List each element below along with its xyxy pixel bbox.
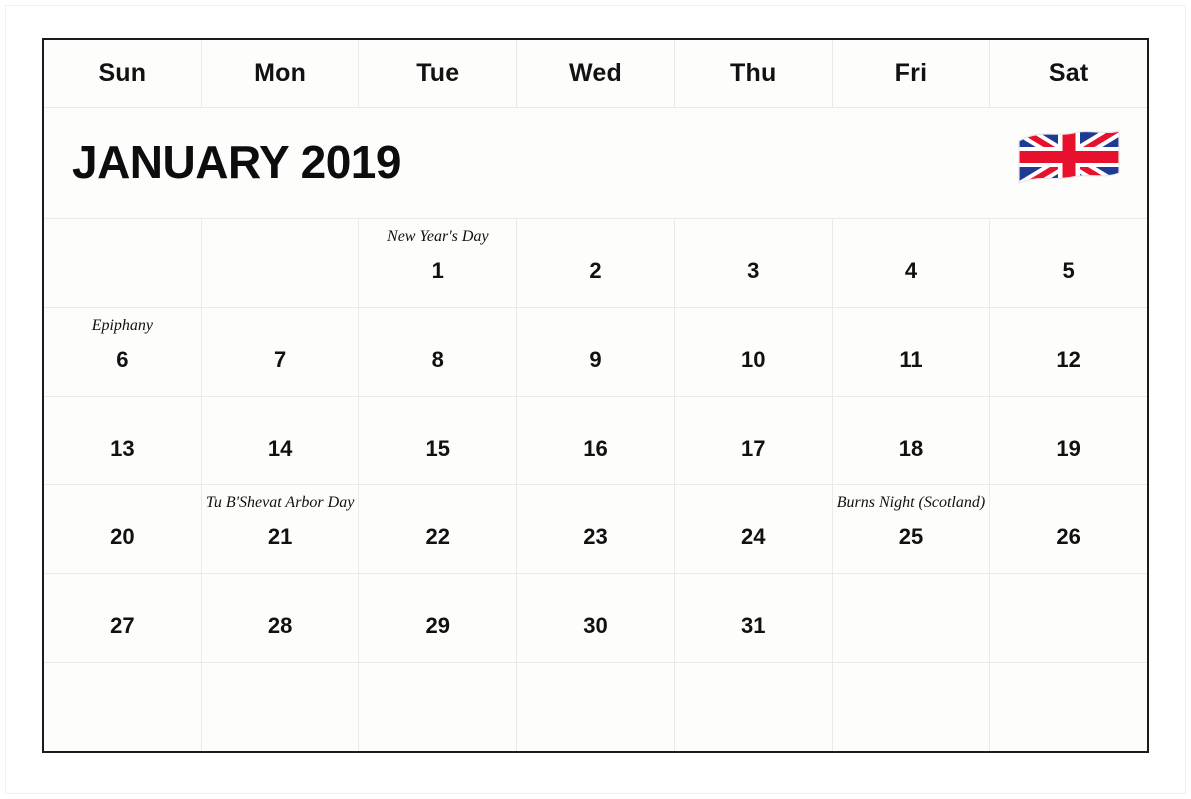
day-cell-29[interactable]: 29 — [359, 574, 518, 663]
week-row: New Year's Day 1 2 3 4 5 — [44, 219, 1147, 308]
day-number: 31 — [740, 613, 766, 639]
day-cell-13[interactable]: 13 — [44, 396, 202, 485]
day-number: 19 — [1056, 435, 1081, 461]
day-number: 4 — [904, 258, 918, 283]
day-cell-18[interactable]: 18 — [833, 396, 991, 485]
weekday-header-wed: Wed — [517, 40, 675, 107]
day-cell-17[interactable]: 17 — [675, 396, 833, 485]
day-cell-28[interactable]: 28 — [202, 574, 360, 663]
day-cell-1[interactable]: New Year's Day 1 — [359, 219, 518, 307]
week-row: Epiphany 6 7 8 9 10 11 12 — [44, 307, 1147, 397]
day-cell-9[interactable]: 9 — [517, 307, 675, 396]
day-cell-19[interactable]: 19 — [990, 397, 1147, 485]
day-number: 18 — [898, 435, 924, 461]
day-number: 7 — [273, 346, 287, 372]
day-cell-3[interactable]: 3 — [675, 219, 833, 307]
day-cell-empty[interactable] — [990, 574, 1147, 662]
day-cell-6[interactable]: Epiphany 6 — [44, 307, 202, 396]
day-cell-16[interactable]: 16 — [517, 396, 675, 485]
day-cell-4[interactable]: 4 — [833, 219, 991, 307]
week-row: 27 28 29 30 31 — [44, 574, 1147, 664]
day-cell-7[interactable]: 7 — [202, 307, 360, 396]
day-number: 9 — [589, 346, 602, 372]
day-cell-empty[interactable] — [44, 663, 202, 751]
day-cell-2[interactable]: 2 — [517, 219, 675, 307]
day-number: 28 — [267, 613, 293, 639]
weeks-grid: New Year's Day 1 2 3 4 5 Epiphany 6 7 8 9 10 11 12 13 1… — [44, 219, 1147, 751]
day-cell-empty[interactable] — [517, 663, 675, 751]
day-cell-26[interactable]: 26 — [990, 485, 1147, 573]
day-cell-12[interactable]: 12 — [990, 308, 1147, 396]
day-cell-27[interactable]: 27 — [44, 574, 202, 663]
weekday-header-thu: Thu — [675, 40, 833, 107]
day-cell-empty[interactable] — [833, 663, 991, 751]
day-number: 21 — [267, 524, 293, 550]
day-number: 24 — [740, 524, 766, 550]
month-title-row: JANUARY 2019 — [44, 108, 1147, 219]
day-number: 15 — [425, 435, 451, 461]
day-number: 11 — [899, 346, 923, 372]
day-cell-empty[interactable] — [202, 219, 360, 307]
day-cell-5[interactable]: 5 — [990, 219, 1147, 307]
holiday-label: Epiphany — [91, 316, 154, 334]
day-number: 20 — [110, 524, 135, 550]
day-cell-24[interactable]: 24 — [675, 485, 833, 574]
day-cell-empty[interactable] — [833, 574, 991, 663]
week-row: 20 Tu B'Shevat Arbor Day 21 22 23 24 Burns Nig… — [44, 485, 1147, 575]
day-number: 29 — [425, 613, 451, 639]
day-cell-empty[interactable] — [675, 663, 833, 751]
day-number: 23 — [583, 524, 608, 550]
day-cell-21[interactable]: Tu B'Shevat Arbor Day 21 — [202, 485, 360, 574]
day-number: 25 — [898, 524, 924, 550]
weekday-header-tue: Tue — [359, 40, 518, 107]
day-number: 12 — [1056, 346, 1081, 372]
day-cell-empty[interactable] — [990, 663, 1147, 751]
holiday-label: Burns Night (Scotland) — [836, 494, 986, 512]
weekday-header-sat: Sat — [1048, 59, 1089, 87]
day-number: 16 — [583, 435, 608, 461]
day-cell-8[interactable]: 8 — [359, 307, 518, 396]
day-number: 27 — [110, 613, 135, 639]
day-cell-empty[interactable] — [44, 219, 202, 307]
day-number: 2 — [589, 258, 602, 283]
day-number: 10 — [740, 346, 766, 372]
day-cell-31[interactable]: 31 — [675, 574, 833, 663]
monthly-calendar: SunMonTueWedThuFri Sat JANUARY 2019 — [42, 38, 1149, 753]
day-cell-22[interactable]: 22 — [359, 485, 518, 574]
weekday-header-fri: Fri — [833, 40, 991, 107]
day-number: 30 — [583, 613, 608, 639]
day-number: 1 — [431, 258, 444, 283]
day-cell-23[interactable]: 23 — [517, 485, 675, 574]
page-title: JANUARY 2019 — [72, 136, 401, 188]
day-cell-10[interactable]: 10 — [675, 307, 833, 396]
day-number: 6 — [116, 346, 129, 372]
day-number: 3 — [747, 258, 760, 283]
day-number: 26 — [1056, 524, 1081, 550]
calendar-page: SunMonTueWedThuFri Sat JANUARY 2019 — [0, 0, 1191, 799]
weekday-header-row: Sun Mon Tue Wed Thu Fri Sat — [44, 40, 1147, 108]
day-cell-11[interactable]: 11 — [833, 307, 991, 396]
day-cell-empty[interactable] — [202, 663, 360, 751]
week-row: 13 14 15 16 17 18 19 — [44, 396, 1147, 486]
weekday-header-mon: Mon — [202, 40, 360, 107]
day-cell-15[interactable]: 15 — [359, 396, 518, 485]
day-cell-20[interactable]: 20 — [44, 485, 202, 574]
day-number: 5 — [1062, 258, 1075, 283]
day-cell-empty[interactable] — [359, 663, 518, 751]
day-number: 14 — [267, 435, 293, 461]
day-number: 22 — [425, 524, 451, 550]
holiday-label: New Year's Day — [387, 228, 489, 245]
day-number: 8 — [431, 346, 444, 372]
day-number: 17 — [740, 435, 766, 461]
day-cell-25[interactable]: Burns Night (Scotland) 25 — [833, 485, 991, 574]
uk-flag-icon — [1013, 125, 1125, 193]
week-row — [44, 663, 1147, 751]
day-cell-30[interactable]: 30 — [517, 574, 675, 663]
weekday-header-sun: Sun — [44, 40, 202, 107]
day-cell-14[interactable]: 14 — [202, 396, 360, 485]
day-number: 13 — [110, 435, 135, 461]
holiday-label: Tu B'Shevat Arbor Day — [205, 494, 355, 512]
